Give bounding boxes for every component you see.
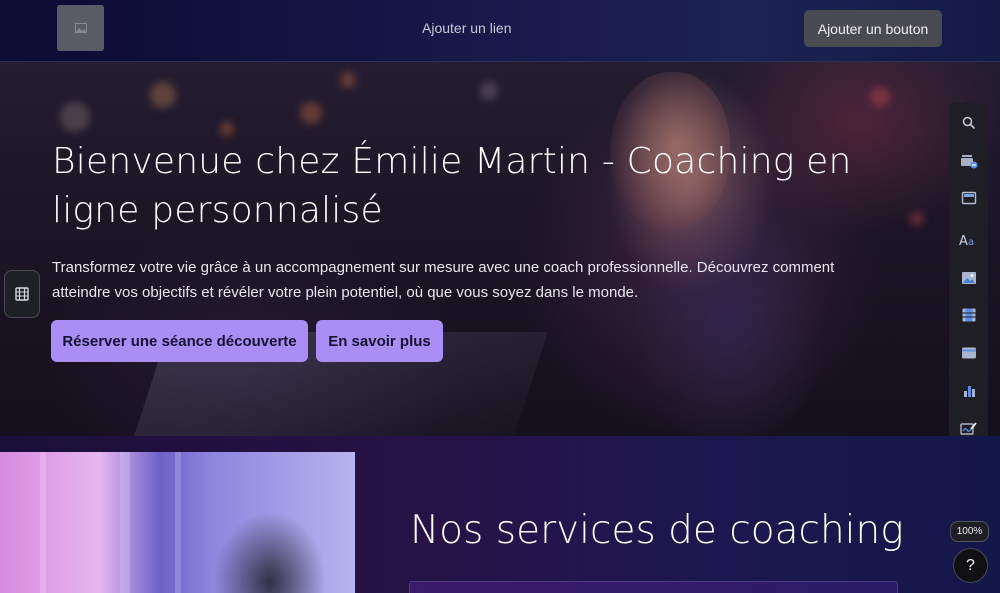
- services-section: Nos services de coaching: [0, 436, 1000, 593]
- video-icon: [962, 308, 975, 322]
- editor-toolbar: A a: [949, 103, 988, 448]
- toolbar-text[interactable]: A a: [949, 225, 988, 255]
- hero-section: Bienvenue chez Émilie Martin - Coaching …: [0, 62, 1000, 436]
- toolbar-image[interactable]: [949, 263, 988, 293]
- learn-more-button[interactable]: En savoir plus: [316, 320, 443, 362]
- toolbar-search[interactable]: [949, 108, 988, 138]
- logo-placeholder[interactable]: [57, 5, 104, 51]
- top-navigation: Ajouter un lien Ajouter un bouton: [0, 0, 1000, 62]
- services-title: Nos services de coaching: [410, 508, 904, 553]
- add-button-button[interactable]: Ajouter un bouton: [804, 10, 942, 47]
- toolbar-video[interactable]: [949, 300, 988, 330]
- film-icon: [15, 287, 29, 301]
- book-discovery-session-button[interactable]: Réserver une séance découverte: [51, 320, 308, 362]
- toolbar-add-section[interactable]: [949, 146, 988, 176]
- add-section-icon: [960, 155, 977, 169]
- svg-text:a: a: [968, 237, 974, 247]
- help-button[interactable]: ?: [953, 548, 988, 583]
- toolbar-chart[interactable]: [949, 376, 988, 406]
- service-card[interactable]: [409, 581, 898, 593]
- image-icon: [961, 272, 976, 284]
- services-image[interactable]: [0, 452, 355, 593]
- svg-text:A: A: [959, 234, 968, 247]
- add-link-link[interactable]: Ajouter un lien: [422, 20, 512, 36]
- hero-description: Transformez votre vie grâce à un accompa…: [52, 259, 835, 301]
- hero-title: Bienvenue chez Émilie Martin - Coaching …: [52, 141, 852, 231]
- search-icon: [962, 116, 975, 130]
- zoom-level[interactable]: 100%: [950, 521, 989, 542]
- toolbar-layout[interactable]: [949, 183, 988, 213]
- text-icon: A a: [959, 234, 974, 247]
- left-floating-tool[interactable]: [4, 270, 40, 318]
- signature-icon: [959, 422, 977, 435]
- chart-icon: [963, 386, 975, 397]
- layout-icon: [961, 191, 976, 205]
- card-icon: [961, 347, 976, 359]
- toolbar-card[interactable]: [949, 338, 988, 368]
- image-placeholder-icon: [74, 23, 87, 33]
